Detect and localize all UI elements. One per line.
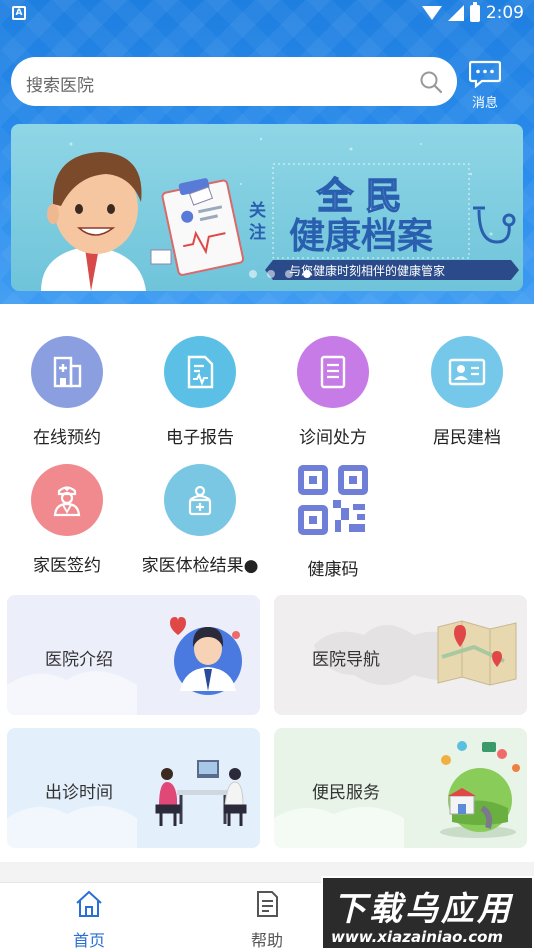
card-label: 出诊时间 [45,783,113,803]
prescription-icon [297,336,369,408]
card-label: 医院导航 [312,650,380,670]
signal-icon [447,5,464,21]
grid-item-checkup-results[interactable]: 家医体检结果● [133,464,267,576]
grid-item-health-code[interactable]: 健康码 [266,464,400,580]
grid-item-prescription[interactable]: 诊间处方 [266,336,400,448]
checkup-icon [164,464,236,536]
tab-label: 帮助 [250,931,283,950]
notification-icon: A [12,6,26,20]
grid-item-online-booking[interactable]: 在线预约 [0,336,134,448]
city-services-icon [440,741,520,838]
document-icon [257,891,278,917]
banner-dot[interactable] [285,270,293,278]
grid-label: 家医体检结果● [141,556,259,576]
card-clinic-hours[interactable]: 出诊时间 [7,728,260,848]
banner-illustration: 关 注 全 民 健康档案 与您健康时刻相伴的健康管家 [41,137,519,291]
banner-dot[interactable] [249,270,257,278]
message-button[interactable]: 消息 [468,60,502,112]
grid-item-resident-records[interactable]: 居民建档 [400,336,534,448]
status-time: 2:09 [485,3,524,23]
banner-dots[interactable] [249,270,311,278]
qr-code-icon [298,465,368,535]
banner-carousel[interactable]: 关 注 全 民 健康档案 与您健康时刻相伴的健康管家 [11,124,523,291]
card-label: 医院介绍 [45,650,113,670]
grid-item-e-report[interactable]: 电子报告 [133,336,267,448]
message-label: 消息 [471,96,498,111]
grid-item-family-doctor-sign[interactable]: 家医签约 [0,464,134,576]
consultation-icon [155,760,247,826]
home-icon [76,890,102,917]
grid-label: 电子报告 [166,428,234,448]
hospital-icon [31,336,103,408]
banner-dot-active[interactable] [303,270,311,278]
chat-bubble-icon [469,60,501,88]
header: A 2:09 搜索医院 消息 关 注 全 民 健康档案 与您健康时刻相伴的健康管… [0,0,534,304]
wifi-icon [421,6,442,20]
status-icons: 2:09 [421,1,524,23]
card-hospital-intro[interactable]: 医院介绍 [7,595,260,715]
id-card-icon [431,336,503,408]
banner-subtitle: 与您健康时刻相伴的健康管家 [289,263,445,278]
watermark-url: www.xiazainiao.com [331,928,504,946]
report-icon [164,336,236,408]
grid-label: 在线预约 [33,428,101,448]
watermark-title: 下载乌应用 [333,889,513,928]
grid-label: 健康码 [307,560,359,580]
card-convenience-services[interactable]: 便民服务 [274,728,527,848]
banner-dot[interactable] [267,270,275,278]
watermark-logo: 下载乌应用 www.xiazainiao.com [321,876,534,950]
svg-text:关: 关 [249,200,266,221]
doctor-avatar-icon [170,617,242,695]
tab-help[interactable]: 帮助 [227,889,307,950]
search-icon[interactable] [419,70,443,94]
banner-title-line1: 全 民 [316,175,402,217]
grid-label: 家医签约 [33,556,101,576]
map-icon [437,620,517,686]
card-label: 便民服务 [312,783,380,803]
tab-home[interactable]: 首页 [49,889,129,950]
grid-label: 诊间处方 [299,428,367,448]
banner-title-line2: 健康档案 [289,215,434,257]
tab-label: 首页 [72,931,105,950]
grid-label: 居民建档 [433,428,501,448]
battery-icon [469,1,480,22]
search-input[interactable]: 搜索医院 [11,57,457,106]
search-placeholder: 搜索医院 [26,76,94,96]
status-bar: A 2:09 [0,0,534,28]
card-hospital-navigation[interactable]: 医院导航 [274,595,527,715]
svg-text:注: 注 [249,222,266,243]
doctor-icon [31,464,103,536]
